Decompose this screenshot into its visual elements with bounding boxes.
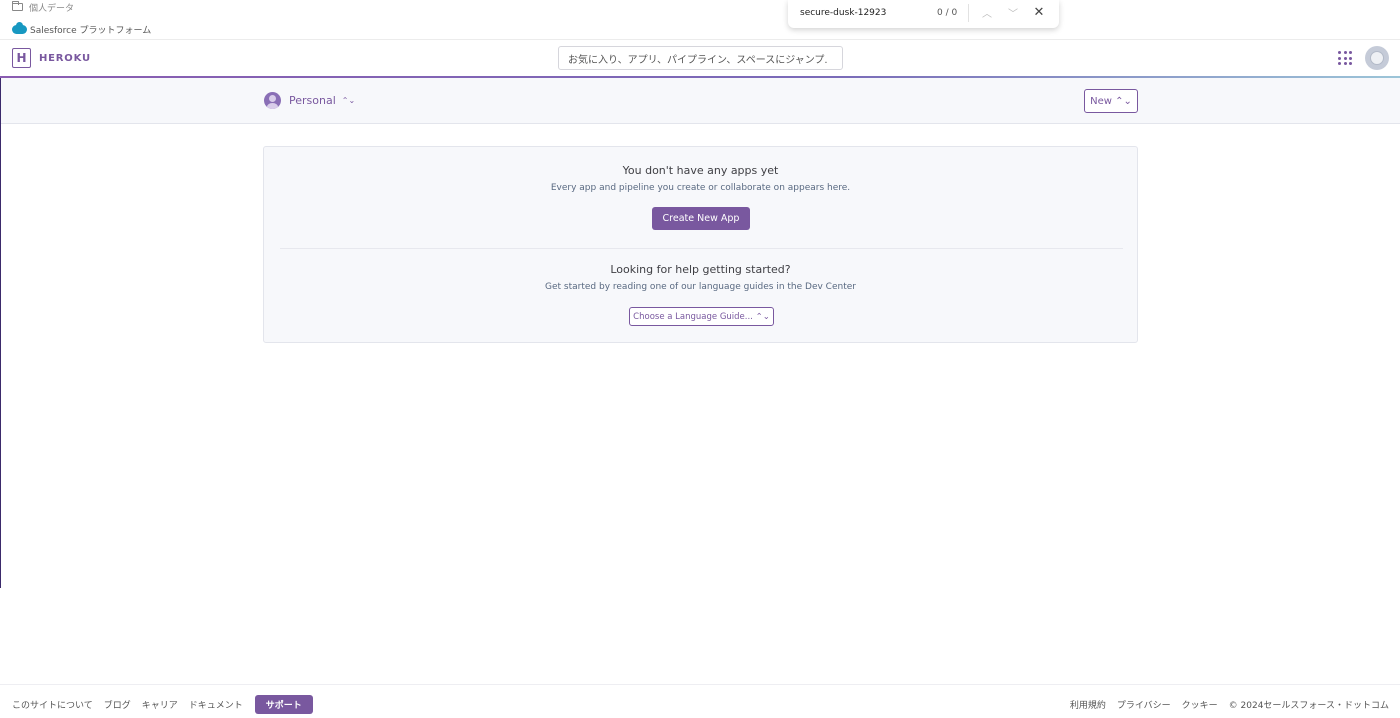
folder-icon [12, 1, 23, 11]
heroku-logo-text: HEROKU [39, 52, 91, 64]
close-icon[interactable]: ✕ [1030, 3, 1048, 21]
footer-link-docs[interactable]: ドキュメント [189, 698, 243, 711]
context-bar [0, 78, 1400, 124]
footer-link-cookies[interactable]: クッキー [1182, 698, 1218, 711]
footer-link-terms[interactable]: 利用規約 [1070, 698, 1106, 711]
chevron-down-icon[interactable]: ﹀ [1004, 3, 1022, 21]
footer-links-left: このサイトについて ブログ キャリア ドキュメント サポート [12, 695, 313, 714]
avatar-icon [1370, 51, 1384, 65]
salesforce-cloud-icon [12, 21, 27, 34]
find-divider [968, 4, 969, 22]
find-bar: secure-dusk-12923 0 / 0 ︿ ﹀ ✕ [788, 0, 1059, 28]
footer-link-privacy[interactable]: プライバシー [1117, 698, 1171, 711]
footer-link-blog[interactable]: ブログ [104, 698, 131, 711]
apps-grid-icon[interactable] [1338, 51, 1352, 65]
bookmarks-bar: 個人データ Salesforce プラットフォーム [0, 0, 1400, 40]
help-title: Looking for help getting started? [610, 263, 791, 276]
empty-subtitle: Every app and pipeline you create or col… [550, 183, 851, 193]
help-subtitle: Get started by reading one of our langua… [545, 282, 856, 292]
footer-links-right: 利用規約 プライバシー クッキー © 2024セールスフォース・ドットコム [1059, 695, 1389, 714]
language-guide-select[interactable]: Choose a Language Guide... ⌃⌄ [629, 307, 774, 326]
create-new-app-button[interactable]: Create New App [652, 207, 750, 230]
person-icon [264, 92, 281, 109]
empty-title: You don't have any apps yet [622, 164, 779, 177]
bookmark-salesforce[interactable]: Salesforce プラットフォーム [12, 21, 152, 36]
sort-caret-icon: ⌃⌄ [341, 96, 356, 105]
bookmark-folder-personal[interactable]: 個人データ [12, 1, 75, 14]
account-switcher[interactable]: Personal ⌃⌄ [264, 92, 355, 109]
card-divider [280, 248, 1123, 249]
new-button[interactable]: New ⌃⌄ [1084, 89, 1138, 113]
chevron-up-icon[interactable]: ︿ [978, 3, 996, 21]
jump-search-input[interactable]: お気に入り、アプリ、パイプライン、スペースにジャンプ. [558, 46, 843, 70]
footer-copyright: © 2024セールスフォース・ドットコム [1228, 701, 1389, 711]
user-avatar[interactable] [1365, 46, 1389, 70]
page-footer: このサイトについて ブログ キャリア ドキュメント サポート 利用規約 プライバ… [0, 684, 1400, 718]
heroku-logo-icon: H [12, 48, 31, 68]
support-button[interactable]: サポート [254, 695, 313, 714]
find-query-input[interactable]: secure-dusk-12923 [800, 8, 886, 18]
left-edge-rule [0, 78, 1, 588]
find-match-count: 0 / 0 [937, 8, 958, 18]
bookmark-salesforce-label: Salesforce プラットフォーム [30, 25, 152, 36]
bookmark-folder-label: 個人データ [29, 3, 75, 14]
empty-apps-card: You don't have any apps yet Every app an… [263, 146, 1138, 343]
footer-link-careers[interactable]: キャリア [142, 698, 178, 711]
footer-link-about[interactable]: このサイトについて [12, 698, 93, 711]
heroku-logo[interactable]: H HEROKU [12, 48, 91, 68]
account-label: Personal [289, 94, 336, 107]
